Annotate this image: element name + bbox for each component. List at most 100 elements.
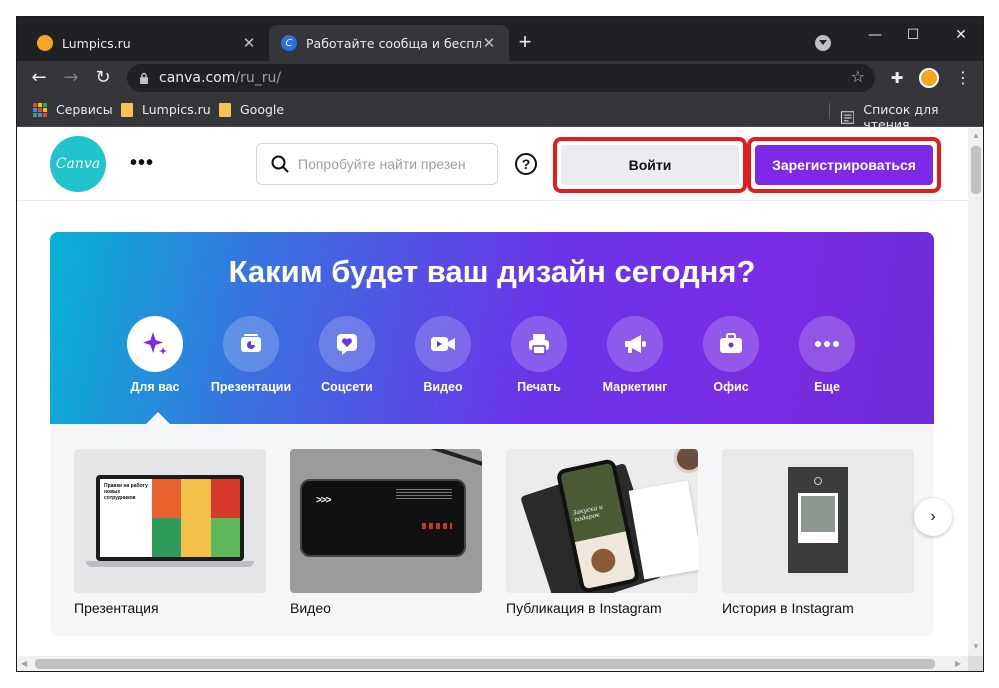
reading-list-icon [841, 110, 855, 124]
canva-logo[interactable]: Canva [50, 136, 106, 192]
category-video[interactable]: Видео [395, 316, 491, 394]
scroll-down-icon[interactable]: ▼ [972, 642, 980, 651]
minimize-icon[interactable]: — [865, 27, 885, 43]
tab-canva[interactable]: C Работайте сообща и бесплатно ✕ [269, 25, 509, 61]
category-label: Для вас [130, 380, 180, 394]
carousel-next-button[interactable]: › [914, 498, 952, 536]
category-social[interactable]: Соцсети [299, 316, 395, 394]
close-tab-icon[interactable]: ✕ [241, 34, 257, 52]
search-icon [271, 155, 289, 173]
category-label: Презентации [210, 380, 292, 394]
instagram-story-thumbnail[interactable] [722, 449, 914, 593]
printer-icon [529, 334, 549, 355]
search-input[interactable]: Попробуйте найти презен [256, 143, 498, 185]
video-camera-icon [431, 337, 455, 351]
instagram-post-thumbnail[interactable]: Закуска и подарок [506, 449, 698, 593]
category-label: Печать [517, 380, 561, 394]
signup-button[interactable]: Зарегистрироваться [755, 145, 933, 185]
presentation-thumbnail[interactable]: Правки на работу новых сотрудников [74, 449, 266, 593]
maximize-icon[interactable]: ☐ [903, 27, 923, 43]
category-more[interactable]: Еще [779, 316, 875, 394]
category-presentations[interactable]: Презентации [203, 316, 299, 394]
template-card-presentation[interactable]: Правки на работу новых сотрудников Презе… [74, 449, 266, 616]
hero-title: Каким будет ваш дизайн сегодня? [228, 254, 756, 289]
card-caption: Публикация в Instagram [506, 600, 662, 616]
template-card-instagram-post[interactable]: Закуска и подарок Публикация в Instagram [506, 449, 698, 616]
bookmarks-bar: Сервисы Lumpics.ru Google Список для чте… [17, 95, 983, 132]
bookmark-star-icon[interactable]: ☆ [851, 67, 865, 86]
post-text: Закуска и подарок [572, 503, 604, 524]
card-caption: История в Instagram [722, 600, 854, 616]
tab-lumpics[interactable]: Lumpics.ru ✕ [25, 25, 269, 61]
presentation-icon [241, 334, 261, 352]
folder-icon [219, 102, 231, 117]
reload-icon[interactable]: ↻ [91, 66, 115, 90]
briefcase-icon [720, 333, 742, 353]
phone-landscape: >>> [300, 479, 466, 557]
template-card-video[interactable]: >>> Видео [290, 449, 482, 616]
vertical-scroll-thumb[interactable] [971, 146, 981, 194]
bookmark-label: Google [240, 102, 285, 117]
category-label: Видео [423, 380, 463, 394]
category-for-you[interactable]: Для вас [107, 316, 203, 394]
canva-favicon-icon: C [281, 35, 297, 51]
category-label: Соцсети [321, 380, 373, 394]
story-frame [788, 467, 848, 573]
login-button[interactable]: Войти [561, 145, 739, 185]
more-menu-icon[interactable]: ••• [130, 152, 154, 175]
back-icon[interactable]: ← [27, 66, 51, 90]
bookmark-label: Сервисы [56, 102, 113, 117]
profile-avatar[interactable] [919, 68, 939, 88]
coffee-cup [674, 449, 698, 473]
more-icon [815, 341, 839, 347]
horizontal-scrollbar[interactable]: ◀ ▶ [17, 656, 968, 671]
vertical-scrollbar[interactable]: ▲ ▼ [968, 128, 983, 656]
category-label: Офис [713, 380, 749, 394]
lock-icon [140, 72, 148, 84]
bookmarks-divider [829, 103, 830, 119]
slide-text: Правки на работу новых сотрудников [104, 483, 148, 501]
extensions-icon[interactable]: ✚ [885, 66, 909, 90]
scroll-up-icon[interactable]: ▲ [972, 131, 980, 140]
folder-icon [121, 102, 133, 117]
scroll-left-icon[interactable]: ◀ [21, 659, 27, 668]
hero-banner: Каким будет ваш дизайн сегодня? Для вас … [50, 232, 934, 424]
search-placeholder: Попробуйте найти презен [298, 156, 466, 172]
template-card-instagram-story[interactable]: История в Instagram [722, 449, 914, 616]
bookmark-services[interactable]: Сервисы [33, 102, 113, 117]
tab-search-icon[interactable] [815, 35, 831, 51]
close-window-icon[interactable]: ✕ [951, 27, 971, 43]
template-carousel: Правки на работу новых сотрудников Презе… [50, 424, 952, 636]
category-label: Еще [814, 380, 840, 394]
forward-icon[interactable]: → [59, 66, 83, 90]
help-icon[interactable]: ? [515, 153, 537, 175]
selected-category-caret [146, 412, 170, 424]
category-label: Маркетинг [602, 380, 668, 394]
category-print[interactable]: Печать [491, 316, 587, 394]
video-thumbnail[interactable]: >>> [290, 449, 482, 593]
laptop-base [86, 561, 254, 567]
url-path: /ru_ru/ [235, 70, 282, 86]
browser-window: Lumpics.ru ✕ C Работайте сообща и беспла… [16, 16, 984, 672]
category-office[interactable]: Офис [683, 316, 779, 394]
bookmark-lumpics[interactable]: Lumpics.ru [121, 102, 211, 117]
url-host: canva.com [159, 70, 236, 86]
new-tab-button[interactable]: + [513, 31, 537, 53]
tab-strip: Lumpics.ru ✕ C Работайте сообща и беспла… [17, 17, 983, 61]
browser-toolbar: ← → ↻ canva.com/ru_ru/ ☆ ✚ ⋮ [17, 61, 983, 95]
address-bar[interactable]: canva.com/ru_ru/ ☆ [127, 64, 875, 92]
card-caption: Видео [290, 600, 331, 616]
header-divider [17, 200, 968, 201]
pen [411, 449, 482, 471]
heart-icon [337, 334, 357, 355]
laptop-screen: Правки на работу новых сотрудников [96, 475, 244, 561]
close-tab-icon[interactable]: ✕ [481, 34, 497, 52]
scroll-right-icon[interactable]: ▶ [955, 659, 961, 668]
bookmark-google[interactable]: Google [219, 102, 284, 117]
menu-icon[interactable]: ⋮ [951, 66, 975, 90]
megaphone-icon [625, 335, 646, 353]
category-marketing[interactable]: Маркетинг [587, 316, 683, 394]
tab-title: Lumpics.ru [62, 35, 131, 51]
horizontal-scroll-thumb[interactable] [35, 659, 935, 669]
card-caption: Презентация [74, 600, 159, 616]
